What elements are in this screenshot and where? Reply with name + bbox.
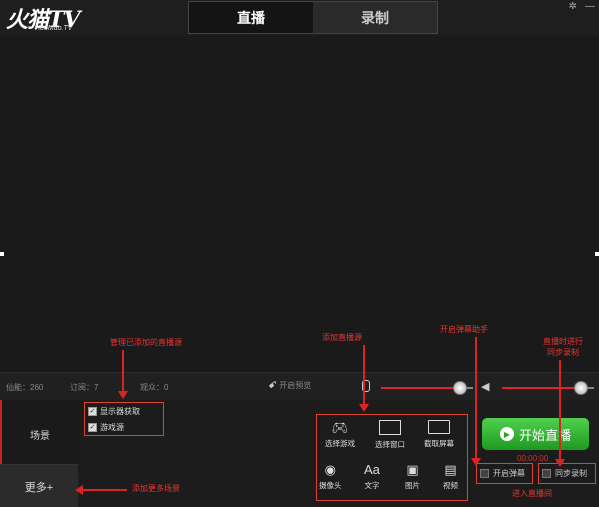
window-icon [379,420,401,435]
camera-icon: ◉ [324,462,336,477]
danmaku-label: 开启弹幕 [493,469,525,478]
speaker-volume-fill [502,387,581,389]
add-camera-label: 摄像头 [319,481,342,490]
scene-tab[interactable]: 场景 [0,400,80,464]
app-window: 火猫TV HuoMao.TV 直播 录制 ✲ — 仙能：260 订阅：7 观众：… [0,0,599,507]
danmaku-toggle[interactable]: 开启弹幕 [476,463,533,484]
add-text-button[interactable]: Aa 文字 [364,462,380,491]
add-source-panel: 🎮︎ 选择游戏 选择窗口 截取屏幕 ◉ 摄像头 Aa 文字 ▣ 图片 ▤ 视频 [316,414,468,501]
logo-subtext: HuoMao.TV [35,25,73,32]
gamepad-icon: 🎮︎ [331,420,349,435]
app-logo: 火猫TV HuoMao.TV [6,2,106,34]
tab-record[interactable]: 录制 [313,2,437,33]
annotation-arrow [75,485,127,495]
source-checkbox[interactable]: ✓ [88,423,97,432]
annotation-sync-record-2: 同步录制 [547,348,579,357]
add-video-button[interactable]: ▤ 视频 [443,462,458,491]
film-icon: ▤ [444,462,457,477]
mic-volume-knob[interactable] [453,381,468,395]
add-camera-button[interactable]: ◉ 摄像头 [319,462,342,491]
viewer-count: 观众：0 [140,383,169,392]
start-live-button[interactable]: ▶ 开始直播 [482,418,589,450]
source-item-game[interactable]: ✓ 游戏源 [88,422,124,433]
mic-volume-fill [381,387,460,389]
danmaku-checkbox[interactable] [480,469,489,478]
add-video-label: 视频 [443,481,458,490]
monitor-icon [428,420,450,434]
add-text-label: 文字 [364,481,380,490]
annotation-arrow [555,360,565,467]
add-window-label: 选择窗口 [375,440,405,449]
add-game-button[interactable]: 🎮︎ 选择游戏 [325,420,355,449]
annotation-sync-record-1: 直播时进行 [543,337,583,346]
preview-icon: ꗃ [268,380,276,390]
tab-live[interactable]: 直播 [189,2,313,33]
speaker-volume-slider[interactable] [502,381,594,395]
preview-toggle-label: 开启预览 [279,381,312,390]
xianneng-count: 仙能：260 [6,383,44,392]
add-game-label: 选择游戏 [325,439,355,448]
sync-record-toggle[interactable]: 同步录制 [538,463,596,484]
play-icon: ▶ [499,427,514,441]
window-controls: ✲ — [569,1,595,12]
annotation-add-source: 添加直播源 [322,333,362,342]
annotation-arrow [118,350,128,399]
preview-toggle[interactable]: ꗃ 开启预览 [268,380,311,391]
annotation-manage-sources: 管理已添加的直播源 [110,338,182,347]
status-bar: 仙能：260 订阅：7 观众：0 ꗃ 开启预览 ◀ [0,372,599,401]
add-screen-button[interactable]: 截取屏幕 [424,420,454,449]
mic-volume-slider[interactable] [381,381,473,395]
annotation-enter-room: 进入直播间 [512,489,552,498]
live-timer: 00:00:00 [517,454,549,463]
annotation-arrow [359,345,369,412]
annotation-open-danmaku: 开启弹幕助手 [440,325,488,334]
add-screen-label: 截取屏幕 [424,439,454,448]
resize-handle[interactable] [595,252,599,256]
add-image-label: 图片 [405,481,420,490]
image-icon: ▣ [406,462,419,477]
annotation-add-scene: 添加更多场景 [132,484,180,493]
more-scenes-button[interactable]: 更多+ [0,464,78,507]
speaker-volume-knob[interactable] [574,381,589,395]
sync-record-label: 同步录制 [555,469,587,478]
title-bar: 火猫TV HuoMao.TV 直播 录制 ✲ — [0,0,599,35]
preview-canvas[interactable] [0,36,599,372]
source-label: 游戏源 [100,423,124,432]
speaker-icon[interactable]: ◀ [481,380,489,393]
add-window-button[interactable]: 选择窗口 [375,420,405,450]
source-label: 显示器获取 [100,407,140,416]
mode-tabs: 直播 录制 [188,1,438,34]
annotation-arrow [471,337,481,466]
resize-handle[interactable] [0,252,4,256]
sync-record-checkbox[interactable] [542,469,551,478]
start-live-label: 开始直播 [518,427,571,443]
subscribe-count: 订阅：7 [70,383,99,392]
text-icon: Aa [364,462,380,477]
minimize-icon[interactable]: — [585,1,595,12]
source-item-display[interactable]: ✓ 显示器获取 [88,406,140,417]
settings-icon[interactable]: ✲ [569,1,577,12]
add-image-button[interactable]: ▣ 图片 [405,462,420,491]
source-checkbox[interactable]: ✓ [88,407,97,416]
source-list: ✓ 显示器获取 ✓ 游戏源 [84,402,164,436]
scene-tab-label: 场景 [30,431,50,442]
